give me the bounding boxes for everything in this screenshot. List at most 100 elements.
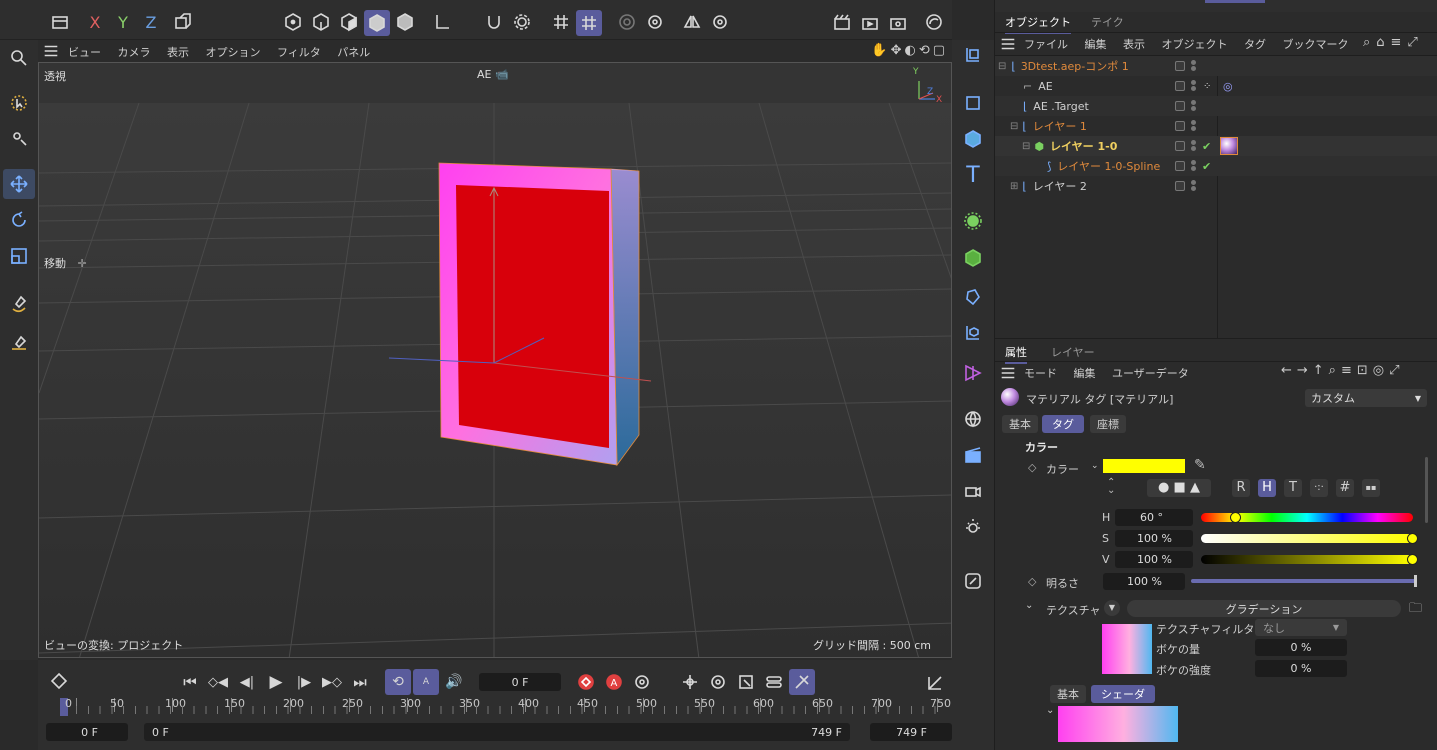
brightness-field[interactable]: 100 % bbox=[1103, 573, 1185, 590]
field-icon[interactable] bbox=[958, 358, 988, 388]
viewport-menu-view[interactable]: ビュー bbox=[68, 46, 101, 59]
collapse-chevron-icon[interactable]: ⌄ bbox=[1046, 705, 1054, 716]
tree-row[interactable]: ⟆ レイヤー 1-0-Spline ✔ bbox=[995, 156, 1437, 176]
light-icon[interactable] bbox=[958, 512, 988, 542]
next-key-icon[interactable]: ▶◇ bbox=[320, 670, 344, 694]
range-slider[interactable]: 0 F 749 F bbox=[144, 723, 850, 741]
prev-frame-icon[interactable]: ◀| bbox=[235, 670, 259, 694]
visibility-check[interactable] bbox=[1175, 61, 1185, 71]
autokey-icon[interactable]: A bbox=[602, 670, 626, 694]
redshift-icon[interactable] bbox=[922, 10, 946, 34]
symmetry-settings-icon[interactable] bbox=[708, 10, 732, 34]
stage-camera-icon[interactable] bbox=[958, 476, 988, 506]
snap-magnet-icon[interactable] bbox=[482, 10, 506, 34]
scene-globe-icon[interactable] bbox=[958, 404, 988, 434]
texture-filter-dropdown[interactable]: なし ▼ bbox=[1255, 619, 1347, 636]
value-slider-knob[interactable] bbox=[1407, 554, 1418, 565]
saturation-slider[interactable] bbox=[1201, 533, 1418, 544]
render-view-icon[interactable] bbox=[830, 10, 854, 34]
solo-settings-icon[interactable] bbox=[643, 10, 667, 34]
visibility-check[interactable] bbox=[1175, 161, 1185, 171]
axis-y-button[interactable]: Y bbox=[112, 10, 134, 34]
visibility-check[interactable] bbox=[1175, 81, 1185, 91]
chevron-down-icon[interactable]: ⌄ bbox=[1091, 461, 1099, 471]
scale-tool-icon[interactable] bbox=[5, 242, 33, 270]
key-position-icon[interactable] bbox=[678, 670, 702, 694]
material-tag-icon[interactable] bbox=[1220, 137, 1238, 155]
tree-row-selected[interactable]: ⊟ ⬢ レイヤー 1-0 ✔ bbox=[995, 136, 1437, 156]
loop-icon[interactable]: ⟲ bbox=[385, 669, 411, 695]
key-pla-icon[interactable] bbox=[789, 669, 815, 695]
texture-menu-button[interactable]: ▼ bbox=[1104, 600, 1120, 616]
collapse-chevron-icon[interactable]: ⌄ bbox=[1025, 600, 1033, 611]
checkmark-icon[interactable]: ✔ bbox=[1202, 140, 1211, 153]
om-menu-object[interactable]: オブジェクト bbox=[1162, 38, 1228, 51]
preset-dropdown[interactable]: カスタム ▼ bbox=[1305, 389, 1427, 407]
shader-subtab-basic[interactable]: 基本 bbox=[1050, 685, 1086, 703]
range-start-field[interactable]: 0 F bbox=[46, 723, 128, 741]
scrollbar[interactable] bbox=[1425, 457, 1428, 523]
render-dots[interactable] bbox=[1191, 79, 1196, 91]
saturation-slider-knob[interactable] bbox=[1407, 533, 1418, 544]
color-wheel-icon[interactable]: ● ■ ▲ bbox=[1147, 479, 1211, 497]
viewport-menu-panel[interactable]: パネル bbox=[337, 46, 370, 59]
mode-swatches-button[interactable]: ▪▪ bbox=[1362, 479, 1380, 497]
viewport-menu-options[interactable]: オプション bbox=[206, 46, 261, 59]
hue-slider[interactable] bbox=[1201, 512, 1413, 523]
folder-icon[interactable]: 🗀 bbox=[1409, 599, 1422, 621]
v-field[interactable]: 100 % bbox=[1115, 551, 1193, 568]
mode-kelvin-button[interactable]: T bbox=[1284, 479, 1302, 497]
keyframe-diamond-icon[interactable]: ◇ bbox=[1028, 575, 1036, 588]
edges-mode-icon[interactable] bbox=[309, 10, 333, 34]
move-tool-icon[interactable] bbox=[3, 169, 35, 199]
spline-sketch-icon[interactable] bbox=[5, 330, 33, 358]
deformer-icon[interactable] bbox=[958, 282, 988, 312]
record-keys-icon[interactable] bbox=[574, 670, 598, 694]
subtab-basic[interactable]: 基本 bbox=[1002, 415, 1038, 433]
render-dots[interactable] bbox=[1191, 99, 1196, 111]
camera-object-icon[interactable] bbox=[958, 40, 988, 70]
visibility-check[interactable] bbox=[1175, 101, 1185, 111]
render-dots[interactable] bbox=[1191, 159, 1196, 171]
sketch-tool-icon[interactable] bbox=[958, 566, 988, 596]
eyedropper-icon[interactable]: ✎ bbox=[1194, 457, 1206, 473]
hamburger-menu-icon[interactable] bbox=[42, 42, 60, 60]
target-tag-icon[interactable]: ◎ bbox=[1223, 80, 1233, 93]
viewport-menu-filter[interactable]: フィルタ bbox=[277, 46, 321, 59]
color-swatch[interactable] bbox=[1103, 459, 1185, 473]
blur-strength-field[interactable]: 0 % bbox=[1255, 660, 1347, 677]
symmetry-icon[interactable] bbox=[680, 10, 704, 34]
render-picture-viewer-icon[interactable] bbox=[858, 10, 882, 34]
mode-hsv-button[interactable]: H bbox=[1258, 479, 1276, 497]
tab-layers[interactable]: レイヤー bbox=[1051, 344, 1095, 360]
key-rotation-icon[interactable] bbox=[706, 670, 730, 694]
shader-subtab-shader[interactable]: シェーダ bbox=[1091, 685, 1155, 703]
tree-row[interactable]: ⌐ AE ⁘ ◎ bbox=[995, 76, 1437, 96]
prev-key-icon[interactable]: ◇◀ bbox=[206, 670, 230, 694]
timeline-ruler[interactable]: 0 50 100 150 200 250 300 350 400 450 500… bbox=[54, 697, 951, 720]
am-nav-icons[interactable]: ←→↑⌕≡⊡◎⤢ bbox=[1281, 363, 1405, 378]
om-menu-view[interactable]: 表示 bbox=[1123, 38, 1145, 51]
spline-rectangle-icon[interactable] bbox=[958, 88, 988, 118]
extrude-icon[interactable] bbox=[958, 243, 988, 273]
next-frame-icon[interactable]: |▶ bbox=[292, 670, 316, 694]
play-icon[interactable]: ▶ bbox=[264, 670, 288, 694]
brightness-slider-knob[interactable] bbox=[1414, 575, 1417, 587]
tab-objects[interactable]: オブジェクト bbox=[1005, 14, 1071, 34]
key-scale-icon[interactable] bbox=[734, 670, 758, 694]
spline-pen-icon[interactable] bbox=[5, 290, 33, 318]
object-mode-icon[interactable] bbox=[364, 10, 390, 36]
render-dots[interactable] bbox=[1191, 59, 1196, 71]
render-dots[interactable] bbox=[1191, 179, 1196, 191]
null-object-icon[interactable] bbox=[958, 318, 988, 348]
search-icon[interactable] bbox=[5, 44, 33, 72]
text-object-icon[interactable]: T bbox=[958, 160, 988, 190]
am-menu-userdata[interactable]: ユーザーデータ bbox=[1112, 367, 1189, 380]
rotate-tool-icon[interactable] bbox=[5, 206, 33, 234]
hue-slider-knob[interactable] bbox=[1230, 512, 1242, 523]
camera-tag-icon[interactable]: ⁘ bbox=[1203, 81, 1211, 92]
key-param-icon[interactable] bbox=[762, 670, 786, 694]
grid-settings-icon[interactable] bbox=[576, 10, 602, 36]
live-selection-icon[interactable] bbox=[5, 89, 33, 117]
mode-mixer-button[interactable]: ·:· bbox=[1310, 479, 1328, 497]
